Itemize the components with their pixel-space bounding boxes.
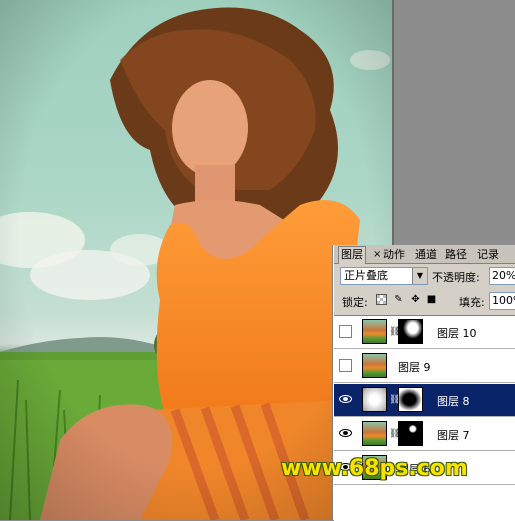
lock-icon[interactable]: ■ (426, 294, 437, 305)
layer-list: ⛓ 图层 10 图层 9 ⛓ 图层 8 ⛓ 图层 7 图层 6 (334, 315, 515, 521)
layer-thumbnail (362, 387, 387, 412)
tab-layers[interactable]: 图层 (338, 246, 366, 264)
fill-label: 填充: (459, 296, 485, 309)
layer-thumbnail (362, 421, 387, 446)
tab-history[interactable]: 记录 (475, 247, 501, 263)
chain-link-icon[interactable]: ⛓ (389, 428, 400, 440)
fill-input[interactable]: 100% (489, 292, 515, 310)
layer-row-7[interactable]: ⛓ 图层 7 (334, 418, 515, 451)
eye-icon[interactable] (339, 427, 352, 440)
layer-row-9[interactable]: 图层 9 (334, 350, 515, 383)
blend-row: 正片叠底 ▼ 不透明度: 20% (334, 266, 515, 288)
panel-tabs: 图层 × 动作 通道 路径 记录 (334, 245, 515, 264)
layer-row-10[interactable]: ⛓ 图层 10 (334, 316, 515, 349)
move-icon[interactable]: ✥ (410, 294, 421, 305)
site-watermark: www.68ps.com (281, 456, 468, 481)
blend-mode-value: 正片叠底 (344, 269, 388, 282)
chain-link-icon[interactable]: ⛓ (389, 326, 400, 338)
layer-thumbnail (362, 319, 387, 344)
eye-icon[interactable] (339, 393, 352, 406)
brush-icon[interactable]: ✎ (393, 294, 404, 305)
visibility-toggle[interactable] (339, 359, 352, 372)
lock-row: 锁定: ✎ ✥ ■ 填充: 100% (334, 291, 515, 311)
layer-name: 图层 8 (437, 395, 470, 408)
layer-mask-thumbnail[interactable] (398, 387, 423, 412)
layer-mask-thumbnail[interactable] (398, 319, 423, 344)
blend-mode-select[interactable]: 正片叠底 ▼ (340, 267, 428, 285)
visibility-toggle[interactable] (339, 325, 352, 338)
lock-label: 锁定: (342, 296, 368, 309)
tab-actions[interactable]: 动作 (381, 247, 407, 263)
lock-transparent-icon[interactable] (376, 294, 387, 305)
layer-name: 图层 10 (437, 327, 477, 340)
tab-channels[interactable]: 通道 (413, 247, 439, 263)
layer-row-8[interactable]: ⛓ 图层 8 (334, 384, 515, 417)
tab-paths[interactable]: 路径 (443, 247, 469, 263)
layer-name: 图层 7 (437, 429, 470, 442)
layer-name: 图层 9 (398, 361, 431, 374)
layer-mask-thumbnail[interactable] (398, 421, 423, 446)
chain-link-icon[interactable]: ⛓ (389, 394, 400, 406)
opacity-input[interactable]: 20% (489, 267, 515, 285)
chevron-down-icon[interactable]: ▼ (412, 268, 427, 284)
opacity-label: 不透明度: (432, 271, 480, 284)
layer-thumbnail (362, 353, 387, 378)
